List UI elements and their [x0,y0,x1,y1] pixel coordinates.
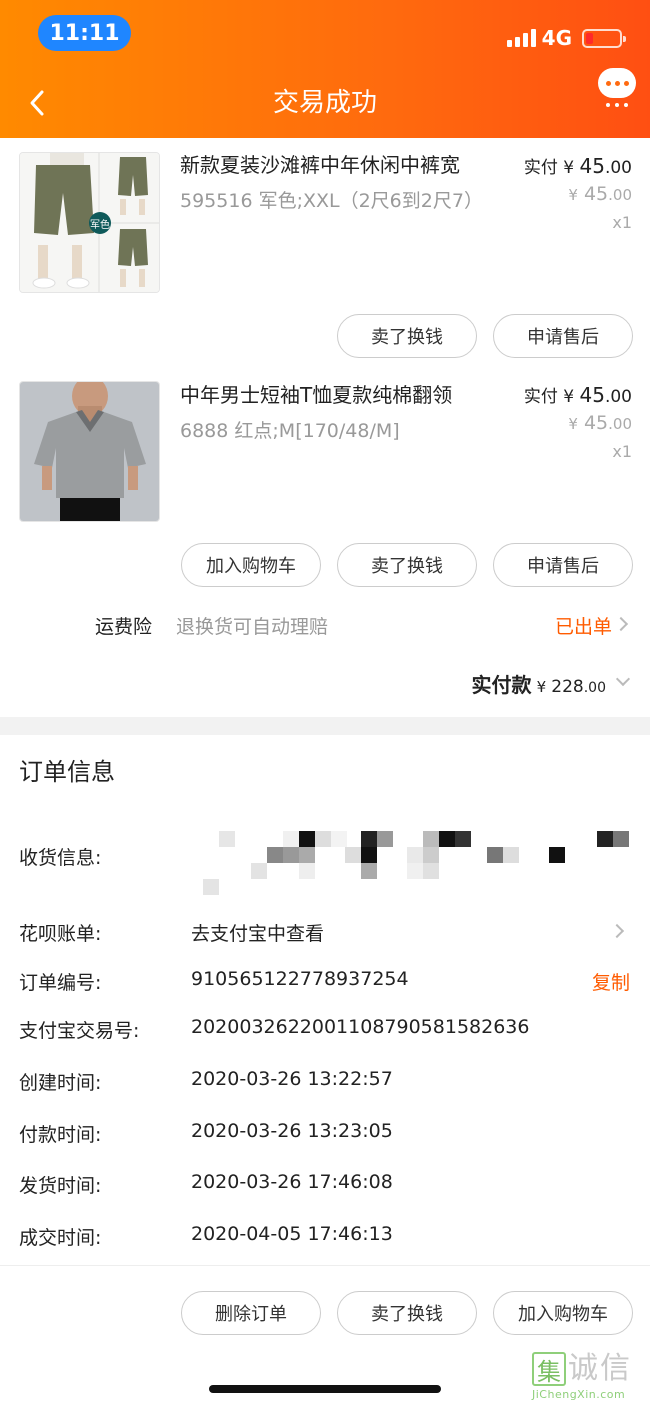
product-paid-price: 实付 ¥ 45.00 [524,382,632,407]
shipped-time: 2020-03-26 17:46:08 [191,1171,393,1193]
orig-dec: .00 [608,186,632,204]
total-dec: .00 [583,680,606,696]
signal-icon [506,29,536,47]
delete-order-button[interactable]: 删除订单 [181,1291,321,1335]
chevron-right-icon [613,616,629,632]
header-bar: 11:11 4G 交易成功 [0,0,650,138]
total-label: 实付款 [471,673,532,697]
product-title[interactable]: 中年男士短袖T恤夏款纯棉翻领 [180,380,500,410]
watermark-char: 诚 [568,1351,598,1386]
paid-time: 2020-03-26 13:23:05 [191,1120,393,1142]
add-to-cart-button[interactable]: 加入购物车 [493,1291,633,1335]
thumb-color-tag: 军色 [90,220,110,231]
chat-bubble-icon [598,68,636,98]
huabei-bill-link[interactable]: 去支付宝中查看 [191,919,324,946]
product-sku: 6888 红点;M[170/48/M] [180,420,400,442]
info-label-order-no: 订单编号: [19,972,102,994]
order-number: 910565122778937254 [191,968,409,990]
product-sku: 595516 军色;XXL（2尺6到2尺7） [180,190,483,212]
sell-for-cash-button[interactable]: 卖了换钱 [337,1291,477,1335]
network-type: 4G [541,26,572,50]
after-sale-button[interactable]: 申请售后 [493,543,633,587]
product-quantity: x1 [612,442,632,461]
sell-for-cash-button[interactable]: 卖了换钱 [337,314,477,358]
paid-dec: .00 [604,387,632,407]
product-thumbnail-shorts[interactable]: 军色 [19,152,160,293]
freight-insurance-status[interactable]: 已出单 [555,612,612,639]
add-to-cart-button[interactable]: 加入购物车 [181,543,321,587]
home-indicator [209,1385,441,1393]
chevron-right-icon [609,923,625,939]
product-quantity: x1 [612,213,632,232]
total-amount: 228 [551,677,584,697]
sell-for-cash-button[interactable]: 卖了换钱 [337,543,477,587]
paid-int: 45 [579,383,605,407]
battery-icon [582,28,626,48]
currency: ¥ [568,415,578,433]
info-label-shipped: 发货时间: [19,1175,102,1197]
product-original-price: ¥ 45.00 [568,183,632,205]
info-label-huabei: 花呗账单: [19,923,102,945]
order-info-title: 订单信息 [19,758,115,786]
section-divider [0,717,650,735]
product-title[interactable]: 新款夏装沙滩裤中年休闲中裤宽 [180,150,500,180]
currency: ¥ [563,387,575,407]
status-time: 11:11 [38,15,131,51]
watermark-char: 信 [600,1351,630,1386]
orig-dec: .00 [608,415,632,433]
more-menu-button[interactable] [598,68,636,110]
currency: ¥ [563,158,575,178]
currency: ¥ [536,678,547,696]
paid-dec: .00 [604,158,632,178]
freight-insurance-label: 运费险 [95,616,153,638]
watermark-site: JiChengXin.com [532,1388,626,1401]
freight-insurance-desc: 退换货可自动理赔 [176,616,329,638]
orig-int: 45 [583,412,609,434]
total-paid: 实付款 ¥ 228.00 [472,669,606,698]
paid-label: 实付 [523,158,558,178]
paid-int: 45 [579,154,605,178]
watermark-logo: 集 诚 信 JiChengXin.com [532,1352,644,1406]
tshirt-image [20,382,159,521]
more-dots-icon [598,103,636,107]
chevron-down-icon[interactable] [615,671,631,687]
watermark-char: 集 [532,1352,566,1386]
product-thumbnail-tshirt[interactable] [19,381,160,522]
page-title: 交易成功 [272,88,377,118]
info-label-created: 创建时间: [19,1072,102,1094]
alipay-trade-number: 2020032622001108790581582636 [191,1016,530,1038]
product-paid-price: 实付 ¥ 45.00 [524,153,632,178]
currency: ¥ [568,186,578,204]
info-label-completed: 成交时间: [19,1227,102,1249]
info-label-alipay-no: 支付宝交易号: [19,1020,140,1042]
completed-time: 2020-04-05 17:46:13 [191,1223,393,1245]
product-original-price: ¥ 45.00 [568,412,632,434]
status-icons: 4G [506,26,626,50]
orig-int: 45 [583,183,609,205]
after-sale-button[interactable]: 申请售后 [493,314,633,358]
info-label-paid: 付款时间: [19,1124,102,1146]
paid-label: 实付 [523,387,558,407]
bottom-bar-divider [0,1265,650,1266]
created-time: 2020-03-26 13:22:57 [191,1068,393,1090]
info-label-address: 收货信息: [19,847,102,869]
copy-button[interactable]: 复制 [592,968,630,995]
